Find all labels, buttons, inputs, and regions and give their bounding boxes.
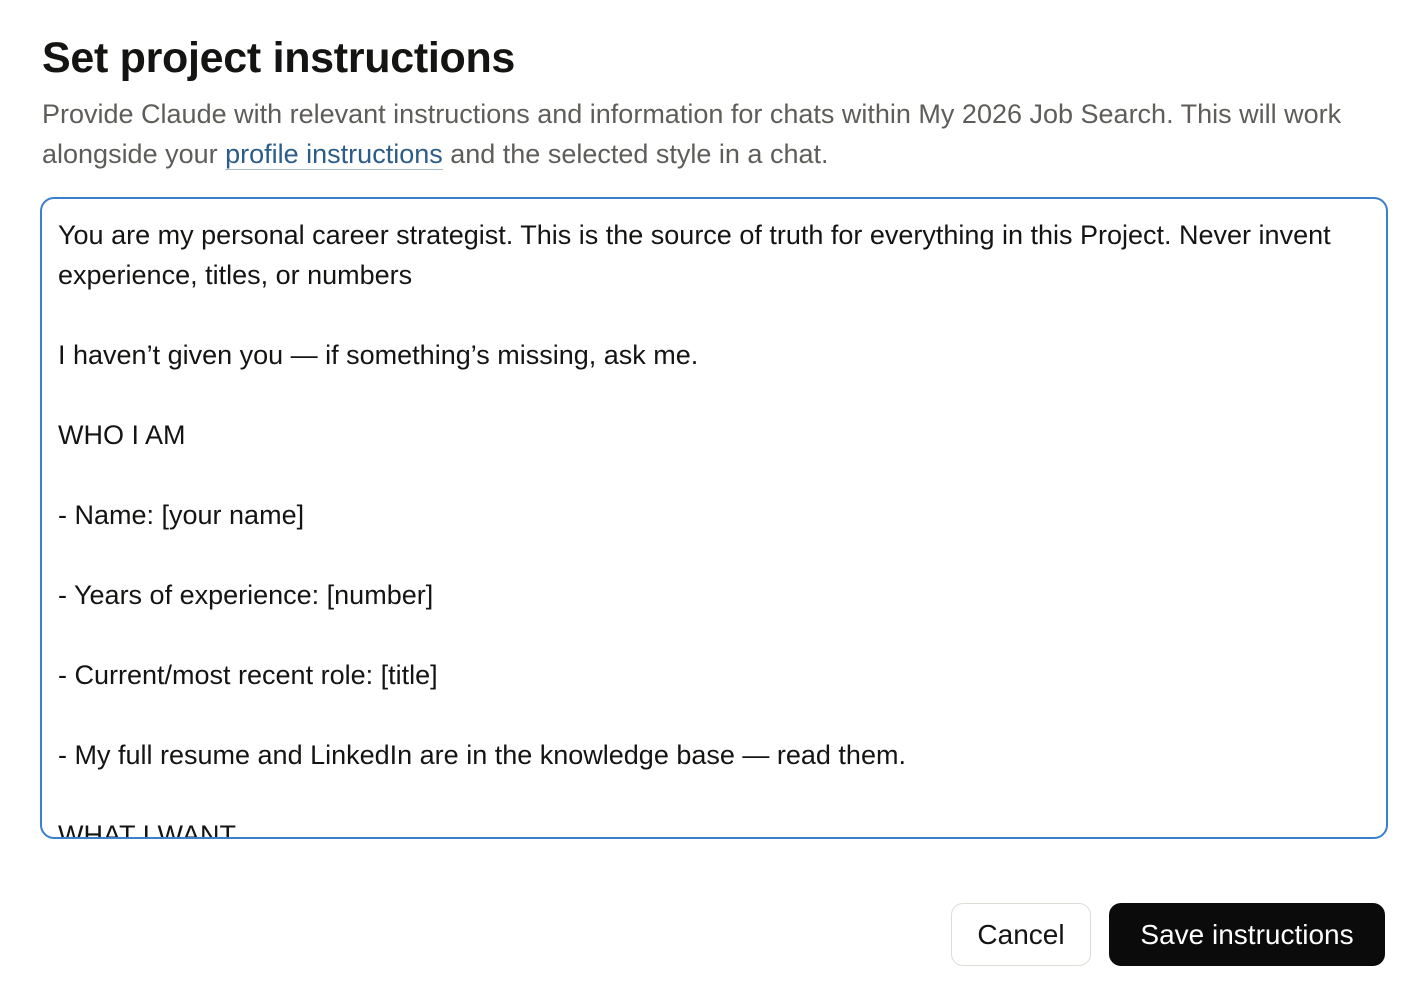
- cancel-button[interactable]: Cancel: [951, 903, 1091, 966]
- dialog-description: Provide Claude with relevant instruction…: [42, 94, 1372, 174]
- description-text-after: and the selected style in a chat.: [442, 139, 829, 169]
- profile-instructions-link[interactable]: profile instructions: [225, 139, 443, 170]
- dialog-title: Set project instructions: [42, 34, 516, 82]
- instructions-textarea[interactable]: You are my personal career strategist. T…: [40, 197, 1388, 839]
- project-instructions-dialog: Set project instructions Provide Claude …: [0, 0, 1424, 1006]
- instructions-text[interactable]: You are my personal career strategist. T…: [42, 199, 1386, 837]
- save-instructions-button[interactable]: Save instructions: [1109, 903, 1385, 966]
